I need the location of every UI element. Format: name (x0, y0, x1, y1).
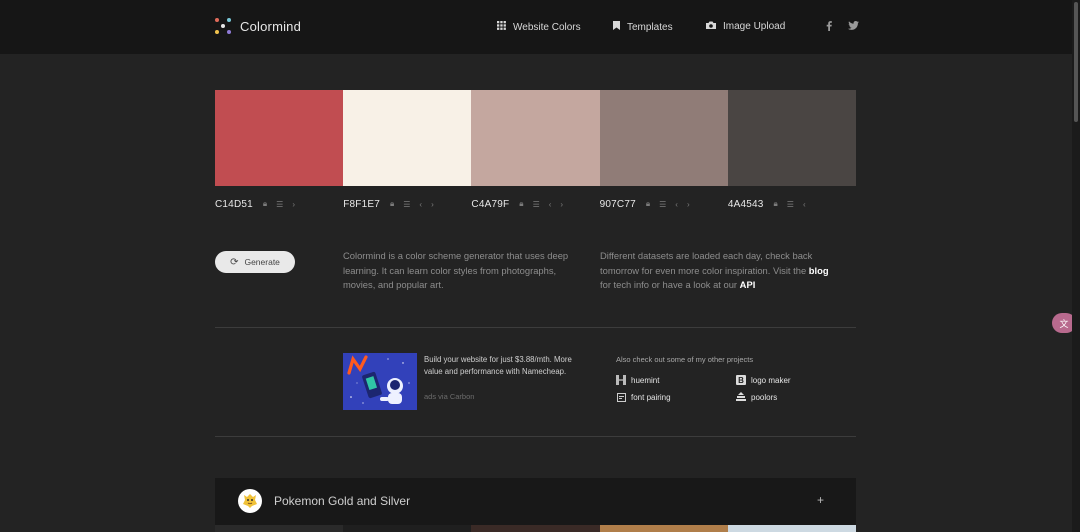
expand-icon[interactable]: + (817, 493, 824, 507)
chevron-right-icon[interactable]: › (292, 200, 295, 209)
color-code-3: C4A79F 🔒︎ ☰ ‹ › (471, 197, 599, 211)
adjust-icon[interactable]: ☰ (787, 200, 794, 209)
datasets-description: Different datasets are loaded each day, … (600, 249, 840, 293)
huemint-icon (616, 375, 626, 385)
hex-code[interactable]: C4A79F (471, 199, 509, 210)
swatch-3[interactable] (471, 90, 600, 186)
lock-icon[interactable]: 🔒︎ (519, 199, 523, 209)
hex-code[interactable]: F8F1E7 (343, 199, 380, 210)
project-label: huemint (631, 375, 660, 385)
card-swatch-2 (343, 525, 472, 532)
generate-button[interactable]: ⟳ Generate (215, 251, 295, 273)
divider (215, 436, 856, 437)
ad-text[interactable]: Build your website for just $3.88/mth. M… (424, 354, 592, 378)
intro-description: Colormind is a color scheme generator th… (343, 250, 569, 290)
card-swatch-1 (215, 525, 344, 532)
divider (215, 327, 856, 328)
colormind-logo-icon (215, 18, 232, 35)
projects-title: Also check out some of my other projects (616, 355, 754, 364)
hex-code[interactable]: C14D51 (215, 199, 253, 210)
brand-name: Colormind (240, 19, 302, 34)
lock-icon[interactable]: 🔒︎ (774, 199, 778, 209)
adjust-icon[interactable]: ☰ (659, 200, 666, 209)
nav-link-label: Templates (627, 21, 673, 33)
color-code-1: C14D51 🔒︎ ☰ › (215, 197, 343, 211)
brand-logo[interactable]: Colormind (215, 18, 301, 35)
color-code-2: F8F1E7 🔒︎ ☰ ‹ › (343, 197, 471, 211)
datasets-text: Different datasets are loaded each day, … (600, 250, 813, 276)
chevron-left-icon[interactable]: ‹ (549, 200, 552, 209)
project-logo-maker[interactable]: B logo maker (736, 375, 791, 385)
scrollbar[interactable] (1072, 0, 1080, 532)
blog-link[interactable]: blog (809, 265, 829, 276)
hex-code[interactable]: 4A4543 (728, 199, 764, 210)
pokemon-avatar (238, 489, 262, 513)
card-swatch-3 (471, 525, 600, 532)
refresh-icon: ⟳ (230, 256, 239, 268)
chevron-left-icon[interactable]: ‹ (675, 200, 678, 209)
ad-illustration[interactable] (343, 353, 417, 410)
swatch-5[interactable] (727, 90, 857, 186)
nav-link-label: Image Upload (723, 21, 786, 32)
camera-icon (706, 21, 716, 32)
color-palette (215, 90, 857, 186)
project-poolors[interactable]: poolors (736, 392, 777, 402)
poolors-icon (736, 392, 746, 402)
nav-link-label: Website Colors (513, 21, 581, 33)
adjust-icon[interactable]: ☰ (403, 200, 410, 209)
project-font-pairing[interactable]: font pairing (616, 392, 671, 402)
logo-maker-icon: B (736, 375, 746, 385)
project-huemint[interactable]: huemint (616, 375, 659, 385)
datasets-text-2: for tech info or have a look at our (600, 279, 738, 290)
nav-image-upload[interactable]: Image Upload (706, 21, 785, 32)
project-label: poolors (751, 392, 778, 402)
chevron-right-icon[interactable]: › (560, 200, 563, 209)
palette-card[interactable]: Pokemon Gold and Silver + (215, 478, 856, 525)
adjust-icon[interactable]: ☰ (533, 200, 540, 209)
swatch-2[interactable] (343, 90, 472, 186)
chevron-left-icon[interactable]: ‹ (419, 200, 422, 209)
card-swatch-4 (599, 525, 728, 532)
scrollbar-thumb[interactable] (1074, 2, 1078, 122)
lock-icon[interactable]: 🔒︎ (263, 199, 267, 209)
swatch-4[interactable] (599, 90, 728, 186)
color-code-4: 907C77 🔒︎ ☰ ‹ › (600, 197, 728, 211)
project-label: logo maker (751, 375, 791, 385)
ad-via[interactable]: ads via Carbon (424, 392, 474, 401)
top-nav: Colormind Website Colors Templates Image… (0, 0, 1080, 54)
project-label: font pairing (631, 392, 671, 402)
bookmark-icon (613, 21, 620, 33)
grid-icon (497, 21, 506, 33)
nav-website-colors[interactable]: Website Colors (497, 21, 581, 33)
card-swatch-5 (727, 525, 857, 532)
swatch-1[interactable] (215, 90, 344, 186)
nav-templates[interactable]: Templates (613, 21, 673, 33)
card-palette-strip (215, 525, 857, 532)
color-code-5: 4A4543 🔒︎ ☰ ‹ (728, 197, 856, 211)
font-pairing-icon (616, 392, 626, 402)
chevron-right-icon[interactable]: › (687, 200, 690, 209)
facebook-icon[interactable] (826, 21, 832, 34)
color-codes-row: C14D51 🔒︎ ☰ › F8F1E7 🔒︎ ☰ ‹ › C4A79F 🔒︎ … (215, 197, 856, 211)
lock-icon[interactable]: 🔒︎ (390, 199, 394, 209)
twitter-icon[interactable] (848, 21, 859, 33)
lock-icon[interactable]: 🔒︎ (646, 199, 650, 209)
generate-label: Generate (244, 257, 280, 267)
palette-card-title: Pokemon Gold and Silver (274, 494, 411, 508)
adjust-icon[interactable]: ☰ (276, 200, 283, 209)
chevron-left-icon[interactable]: ‹ (803, 200, 806, 209)
hex-code[interactable]: 907C77 (600, 199, 636, 210)
chevron-right-icon[interactable]: › (431, 200, 434, 209)
api-link[interactable]: API (740, 279, 756, 290)
